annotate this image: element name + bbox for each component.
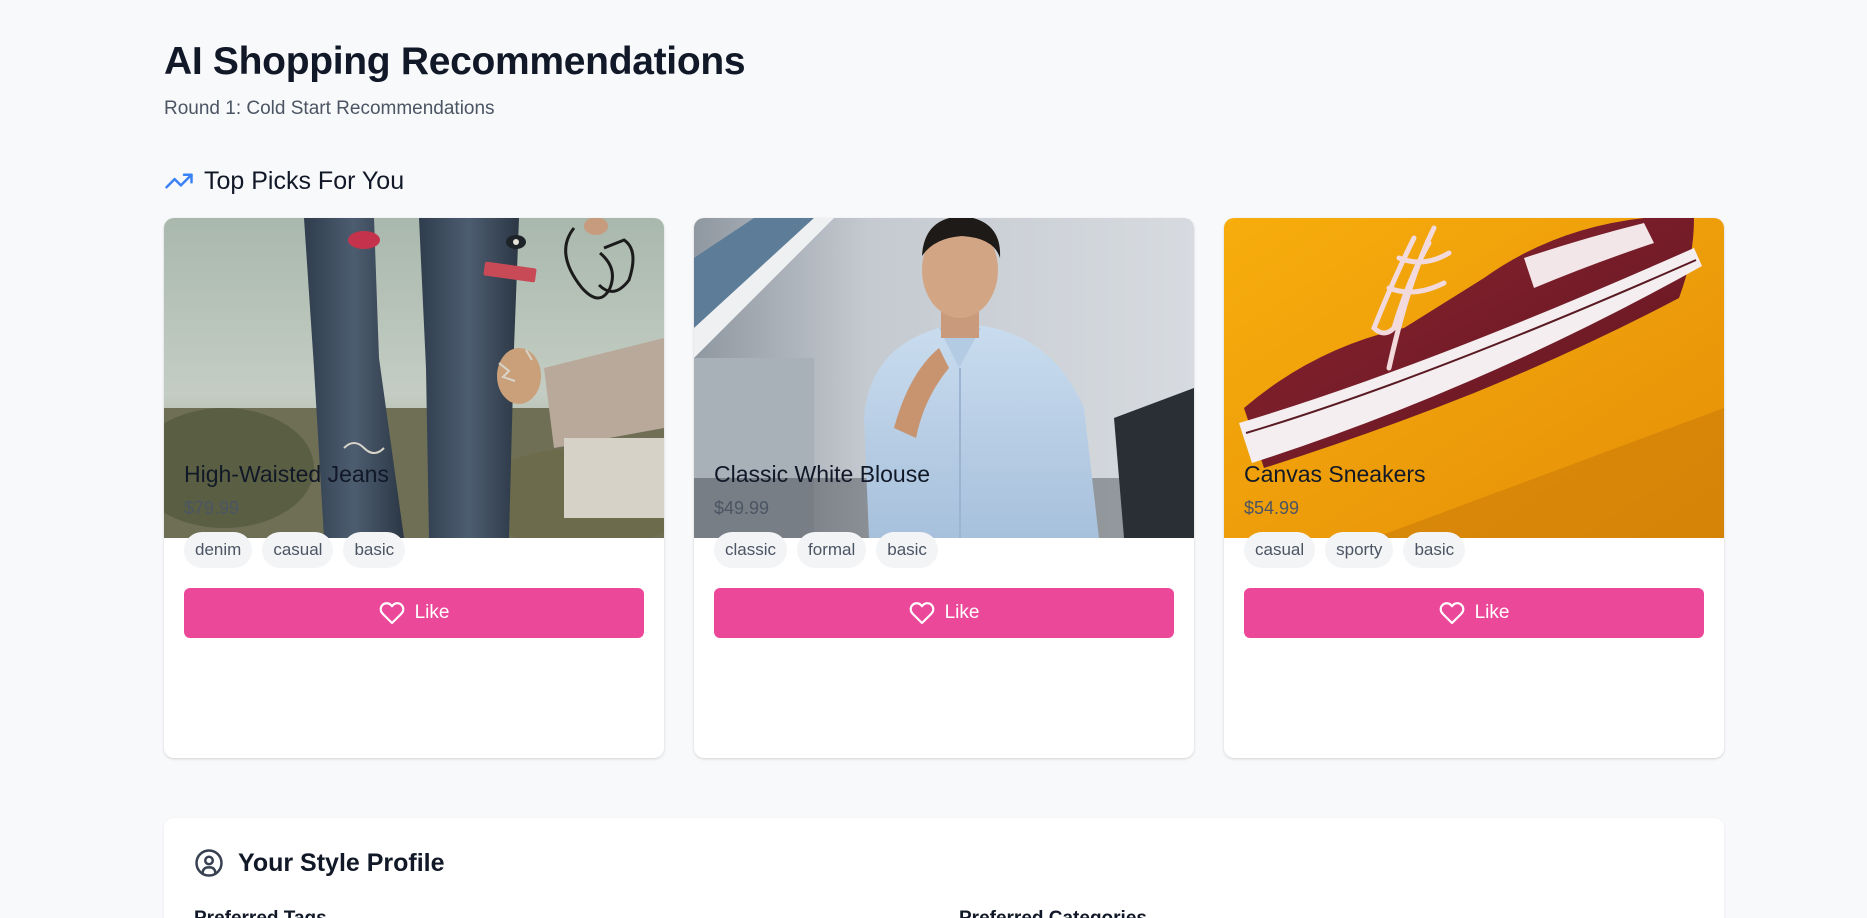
tag: denim [184,532,253,568]
preferred-tags-heading: Preferred Tags [194,908,327,918]
product-name: Classic White Blouse [714,461,931,487]
style-profile-title: Your Style Profile [238,848,445,877]
like-label: Like [944,602,980,623]
style-profile-header: Your Style Profile [194,848,445,878]
style-profile-panel: Your Style Profile Preferred Tags Prefer… [164,818,1724,918]
product-image[interactable] [694,218,1194,538]
like-label: Like [1474,602,1510,623]
tag: basic [1403,532,1466,568]
tag: basic [876,532,938,568]
heart-icon [909,602,934,625]
tag-list: classic formal basic [714,532,938,568]
product-price: $49.99 [714,498,770,518]
section-header: Top Picks For You [164,166,404,196]
heart-icon [1439,602,1464,625]
page-subtitle: Round 1: Cold Start Recommendations [164,98,495,119]
tag: classic [714,532,788,568]
product-name: Canvas Sneakers [1244,461,1426,487]
tag: sporty [1325,532,1394,568]
product-card: High-Waisted Jeans $79.99 denim casual b… [164,218,664,758]
burgundy-sneaker-photo [1224,218,1724,538]
tag: casual [262,532,334,568]
tag: casual [1244,532,1316,568]
user-circle-icon [195,849,223,877]
like-button[interactable]: Like [714,588,1174,638]
product-price: $79.99 [184,498,240,518]
product-card: Classic White Blouse $49.99 classic form… [694,218,1194,758]
tag-list: denim casual basic [184,532,406,568]
page-title: AI Shopping Recommendations [164,40,746,83]
product-price: $54.99 [1244,498,1300,518]
page: AI Shopping Recommendations Round 1: Col… [0,0,1867,918]
like-button[interactable]: Like [1244,588,1704,638]
tag-list: casual sporty basic [1244,532,1466,568]
like-label: Like [414,602,450,623]
tag: basic [343,532,406,568]
product-name: High-Waisted Jeans [184,461,389,487]
ripped-jeans-photo [164,218,664,538]
like-button[interactable]: Like [184,588,644,638]
man-in-light-blue-shirt-photo [694,218,1194,538]
heart-icon [379,602,404,625]
preferred-categories-heading: Preferred Categories [959,908,1147,918]
product-image[interactable] [164,218,664,538]
section-title: Top Picks For You [204,166,405,195]
product-image[interactable] [1224,218,1724,538]
trending-up-icon [165,173,193,189]
product-card: Canvas Sneakers $54.99 casual sporty bas… [1224,218,1724,758]
tag: formal [797,532,867,568]
